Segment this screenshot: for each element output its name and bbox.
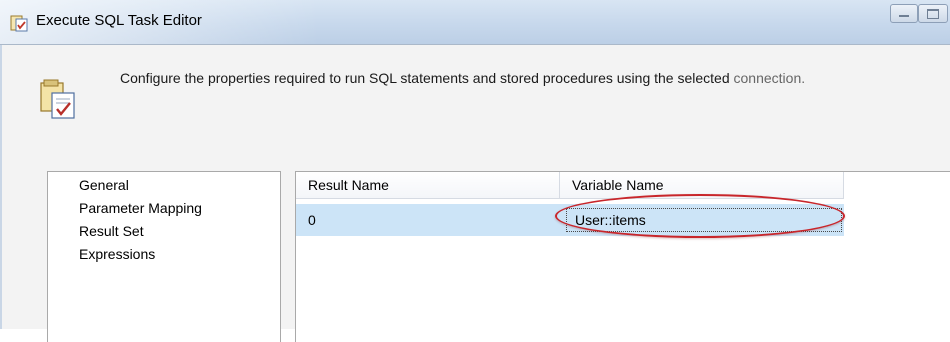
variable-name-cell[interactable]: User::items xyxy=(566,208,842,232)
window-title: Execute SQL Task Editor xyxy=(36,12,202,29)
editor-description-main: Configure the properties required to run… xyxy=(120,70,730,86)
minimize-button[interactable] xyxy=(890,4,918,23)
table-row[interactable]: 0 User::items xyxy=(296,204,844,236)
editor-description: Configure the properties required to run… xyxy=(120,70,805,86)
sql-task-icon xyxy=(10,15,28,32)
column-header-result-name[interactable]: Result Name xyxy=(296,172,560,199)
execute-sql-task-editor-window: Execute SQL Task Editor Configure the pr… xyxy=(0,0,950,342)
page-navigation-list: General Parameter Mapping Result Set Exp… xyxy=(47,171,281,342)
task-editor-icon xyxy=(40,79,75,119)
editor-description-tail: connection. xyxy=(733,70,806,86)
result-set-grid: Result Name Variable Name 0 User::items xyxy=(295,171,950,342)
title-bar[interactable]: Execute SQL Task Editor xyxy=(0,0,950,45)
nav-item-expressions[interactable]: Expressions xyxy=(79,246,155,262)
nav-item-parameter-mapping[interactable]: Parameter Mapping xyxy=(79,200,202,216)
result-name-cell[interactable]: 0 xyxy=(308,204,316,236)
nav-item-general[interactable]: General xyxy=(79,177,129,193)
maximize-button[interactable] xyxy=(918,4,948,23)
nav-item-result-set[interactable]: Result Set xyxy=(79,223,144,239)
column-header-variable-name[interactable]: Variable Name xyxy=(560,172,844,199)
editor-client-area: Configure the properties required to run… xyxy=(0,45,950,342)
